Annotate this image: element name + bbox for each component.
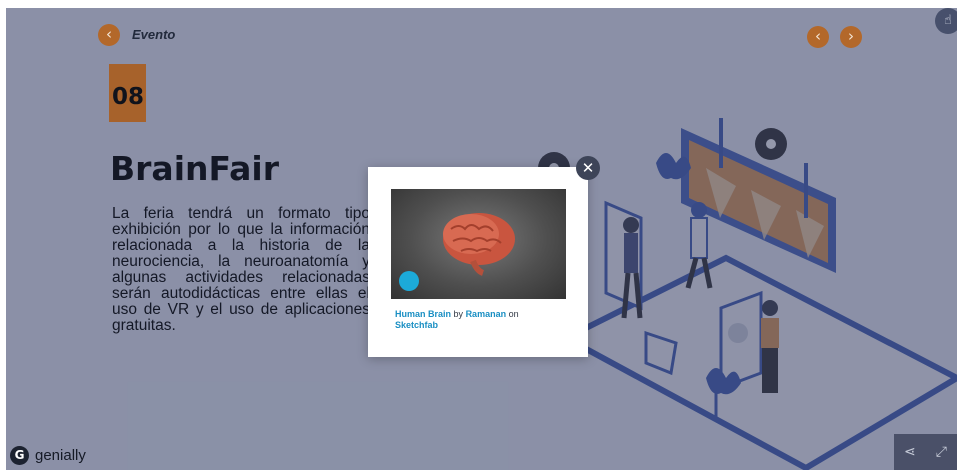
prev-slide-button[interactable]: ‹ — [807, 26, 829, 48]
hand-pointer-icon: ☝ — [944, 13, 952, 28]
genially-logo-icon: G — [10, 445, 29, 465]
slide-title: BrainFair — [110, 149, 279, 188]
close-icon: ✕ — [581, 159, 595, 177]
share-panel: ⋖ ⤢ — [894, 434, 957, 470]
credit-by: by — [453, 309, 464, 319]
sketchfab-logo-icon[interactable] — [399, 271, 419, 291]
chevron-left-icon: ‹ — [815, 27, 821, 45]
slide-body-text: La feria tendrá un formato tipo exhibici… — [112, 205, 370, 334]
genially-brand[interactable]: G genially — [10, 444, 86, 466]
chevron-left-icon: ‹ — [106, 25, 112, 43]
section-label: Evento — [132, 27, 176, 42]
author-link[interactable]: Ramanan — [466, 309, 507, 319]
share-icon[interactable]: ⋖ — [904, 444, 916, 460]
back-button[interactable]: ‹ — [98, 24, 120, 46]
next-slide-button[interactable]: › — [840, 26, 862, 48]
fullscreen-icon[interactable]: ⤢ — [936, 444, 947, 460]
brand-name: genially — [35, 446, 86, 464]
chevron-right-icon: › — [848, 27, 854, 45]
modal-close-button[interactable]: ✕ — [576, 156, 600, 180]
credit-on: on — [508, 309, 519, 319]
embed-credit: Human Brain by Ramanan on Sketchfab — [395, 309, 565, 331]
embed-modal: Human Brain by Ramanan on Sketchfab — [368, 167, 588, 357]
hand-pointer-button[interactable]: ☝ — [935, 8, 957, 34]
platform-link[interactable]: Sketchfab — [395, 320, 438, 330]
sketchfab-embed[interactable] — [391, 189, 566, 299]
model-link[interactable]: Human Brain — [395, 309, 451, 319]
slide-number: 08 — [112, 84, 145, 110]
